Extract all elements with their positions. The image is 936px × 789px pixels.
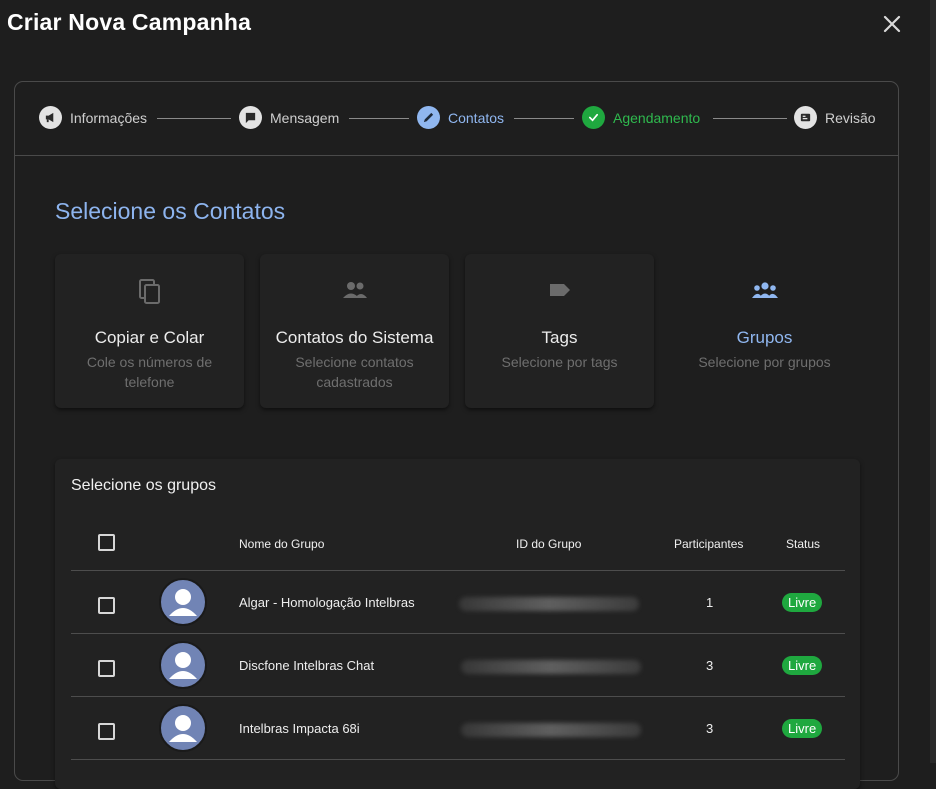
column-header-id: ID do Grupo [516, 537, 582, 551]
status-badge: Livre [782, 593, 823, 612]
group-id-redacted [459, 597, 639, 611]
group-name: Algar - Homologação Intelbras [239, 595, 415, 610]
row-divider [71, 696, 845, 697]
row-divider [71, 759, 845, 760]
campaign-wizard-panel: Informações Mensagem Contatos Agendament… [14, 81, 899, 789]
people-icon [341, 278, 369, 307]
row-divider [71, 633, 845, 634]
participants-count: 1 [706, 595, 714, 610]
option-groups[interactable]: Grupos Selecione por grupos [670, 254, 859, 408]
group-name: Intelbras Impacta 68i [239, 721, 360, 736]
avatar [159, 641, 207, 689]
step-label: Mensagem [270, 109, 340, 126]
stepper: Informações Mensagem Contatos Agendament… [15, 82, 898, 156]
avatar [159, 704, 207, 752]
step-agendamento[interactable]: Agendamento [582, 106, 700, 129]
group-name: Discfone Intelbras Chat [239, 658, 375, 673]
close-button[interactable] [878, 10, 906, 38]
step-mensagem[interactable]: Mensagem [239, 106, 339, 129]
group-id-redacted [461, 723, 641, 737]
option-title: Grupos [736, 328, 793, 347]
groups-icon [750, 278, 780, 307]
step-informacoes[interactable]: Informações [39, 106, 147, 129]
check-icon [582, 106, 605, 129]
chat-icon [239, 106, 262, 129]
column-header-participants: Participantes [674, 537, 744, 551]
step-label: Contatos [448, 109, 505, 126]
option-subtitle: Selecione por tags [501, 354, 618, 370]
step-connector [713, 118, 787, 119]
section-title: Selecione os Contatos [55, 198, 286, 224]
copy-icon [137, 278, 163, 311]
row-checkbox[interactable] [98, 723, 115, 740]
option-title: Contatos do Sistema [275, 328, 434, 347]
step-revisao[interactable]: Revisão [794, 106, 876, 129]
option-title: Tags [541, 328, 578, 347]
step-connector [514, 118, 574, 119]
step-label: Revisão [825, 109, 876, 126]
option-tags[interactable]: Tags Selecione por tags [465, 254, 654, 408]
participants-count: 3 [706, 721, 714, 736]
option-title: Copiar e Colar [94, 328, 205, 347]
pencil-icon [417, 106, 440, 129]
step-label: Informações [70, 109, 148, 126]
step-label: Agendamento [613, 109, 701, 126]
column-header-name: Nome do Grupo [239, 537, 325, 551]
scrollbar[interactable] [930, 0, 936, 763]
option-subtitle: Selecione contatos cadastrados [295, 354, 414, 390]
option-subtitle: Cole os números de telefone [86, 354, 213, 390]
group-id-redacted [461, 660, 641, 674]
avatar [159, 578, 207, 626]
option-system-contacts[interactable]: Contatos do Sistema Selecione contatos c… [260, 254, 449, 408]
status-badge: Livre [782, 719, 823, 738]
close-icon[interactable] [883, 15, 901, 33]
participants-count: 3 [706, 658, 714, 673]
step-contatos[interactable]: Contatos [417, 106, 504, 129]
tag-icon [547, 278, 573, 307]
option-copy-paste[interactable]: Copiar e Colar Cole os números de telefo… [55, 254, 244, 408]
groups-table-card: Selecione os grupos Nome do Grupo ID do … [55, 459, 860, 789]
select-all-checkbox[interactable] [98, 534, 115, 551]
option-subtitle: Selecione por grupos [698, 354, 831, 370]
row-checkbox[interactable] [98, 597, 115, 614]
groups-title: Selecione os grupos [71, 477, 216, 494]
status-badge: Livre [782, 656, 823, 675]
row-divider [71, 570, 845, 571]
step-connector [349, 118, 409, 119]
dialog-title: Criar Nova Campanha [7, 9, 252, 35]
step-connector [157, 118, 231, 119]
column-header-status: Status [786, 537, 821, 551]
review-icon [794, 106, 817, 129]
megaphone-icon [39, 106, 62, 129]
row-checkbox[interactable] [98, 660, 115, 677]
